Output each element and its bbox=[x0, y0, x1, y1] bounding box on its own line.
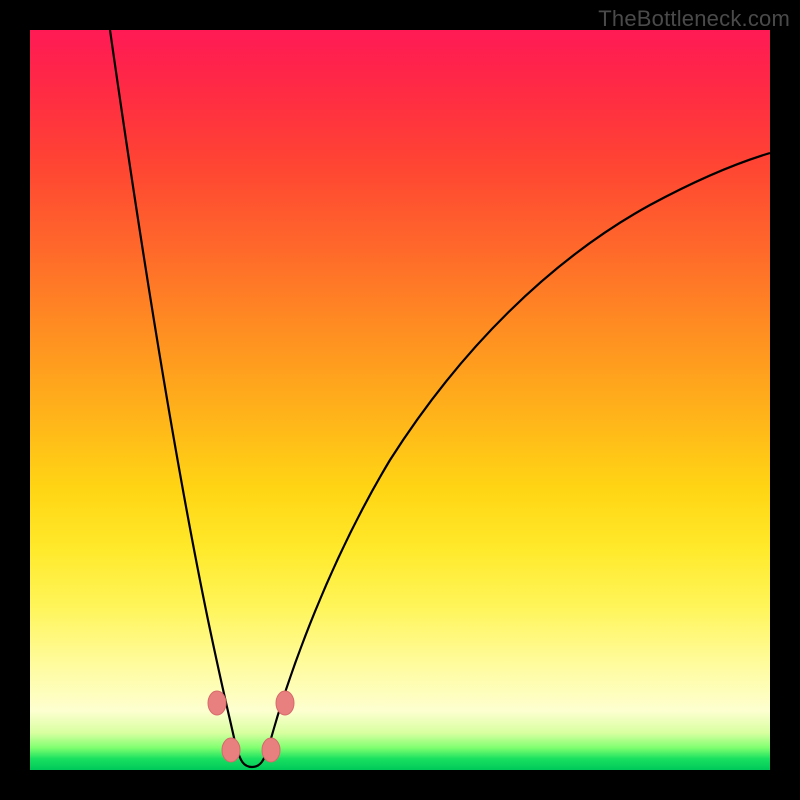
curve-right-branch bbox=[270, 153, 770, 742]
bead-right-lower bbox=[262, 738, 280, 762]
bead-left-upper bbox=[208, 691, 226, 715]
outer-frame: TheBottleneck.com bbox=[0, 0, 800, 800]
curve-left-branch bbox=[110, 30, 235, 742]
bead-right-upper bbox=[276, 691, 294, 715]
bottleneck-curve bbox=[30, 30, 770, 770]
bead-left-lower bbox=[222, 738, 240, 762]
plot-area bbox=[30, 30, 770, 770]
watermark-text: TheBottleneck.com bbox=[598, 6, 790, 32]
